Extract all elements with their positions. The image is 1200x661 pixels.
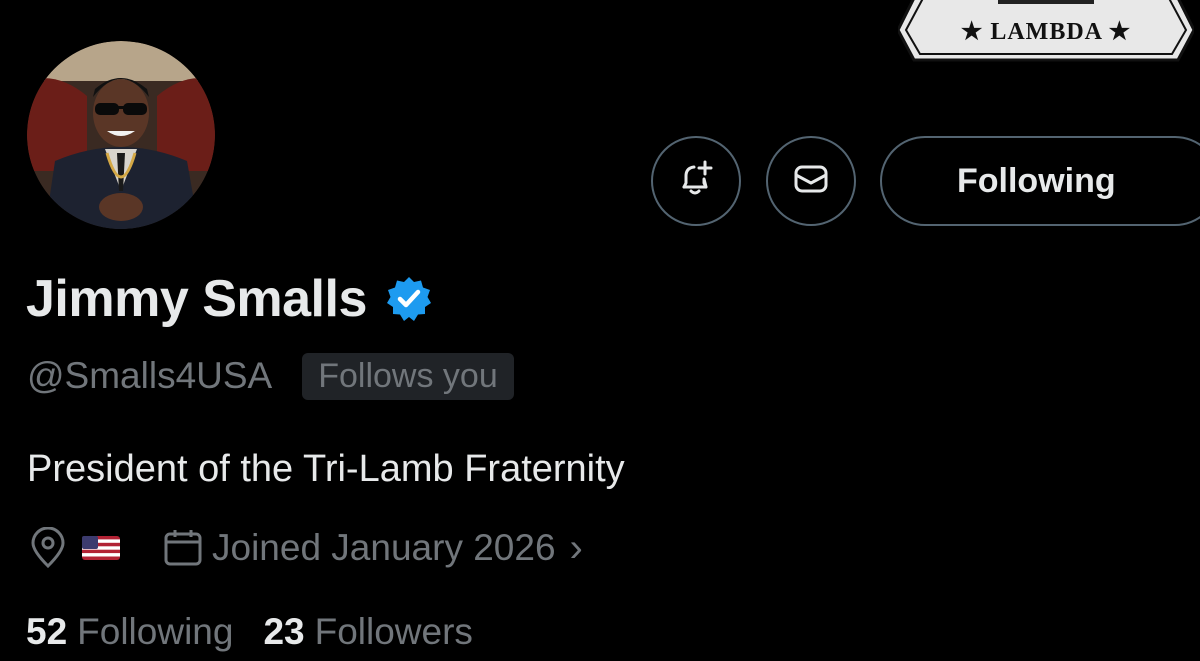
chevron-right-icon[interactable]: › [570,526,583,571]
banner-badge: ★ LAMBDA ★ [898,0,1194,62]
envelope-icon [791,159,831,204]
follow-stats: 52 Following 23 Followers [26,608,473,656]
followers-count: 23 [263,611,305,652]
location-pin-icon [28,527,68,569]
verified-badge-icon[interactable] [385,275,433,323]
follows-you-badge: Follows you [302,352,514,400]
calendar-icon [162,528,204,568]
bio: President of the Tri-Lamb Fraternity [27,448,625,490]
profile-meta: Joined January 2026 › [28,524,583,572]
handle: @Smalls4USA [27,355,273,396]
message-button[interactable] [766,136,856,226]
following-stat[interactable]: 52 Following [26,611,233,653]
following-button[interactable]: Following [880,136,1200,226]
followers-label: Followers [314,611,473,652]
joined-date[interactable]: Joined January 2026 [212,527,556,569]
handle-row: @Smalls4USA Follows you [27,352,514,400]
bell-plus-icon [674,157,718,206]
followers-stat[interactable]: 23 Followers [263,611,472,653]
following-label: Following [77,611,234,652]
notify-button[interactable] [651,136,741,226]
location-flag[interactable] [68,536,120,560]
name-row: Jimmy Smalls [26,268,433,330]
avatar[interactable] [24,38,218,232]
badge-text: ★ LAMBDA ★ [960,19,1132,45]
display-name: Jimmy Smalls [26,270,367,328]
following-count: 52 [26,611,68,652]
